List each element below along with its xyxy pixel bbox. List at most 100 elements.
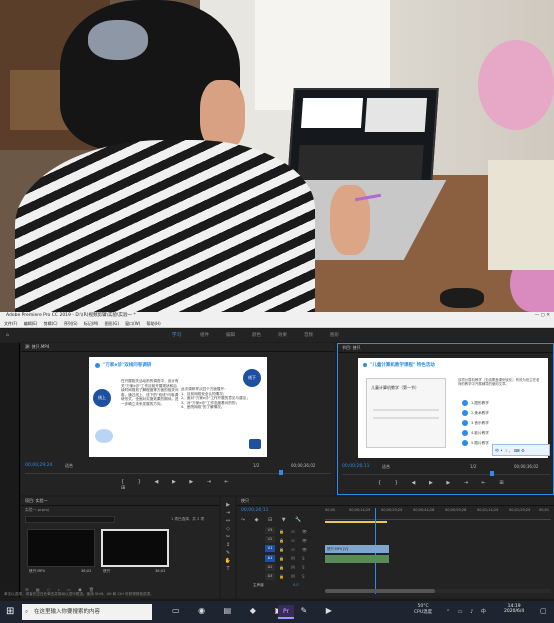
track-v1[interactable]: V1 xyxy=(265,545,275,552)
source-slide-title: "万家e诊"双线问卷调研 xyxy=(103,363,152,368)
badge-online: 线上 xyxy=(93,389,111,407)
premiere-taskbar-icon[interactable]: Pr xyxy=(278,605,294,619)
ime-toolbar[interactable]: 中 • ☽ 、 ⌨ ⚙ xyxy=(492,444,550,456)
timeline-tab[interactable]: 侠只 xyxy=(237,497,554,506)
menu-sequence[interactable]: 序列(S) xyxy=(64,321,78,326)
workspace-learn[interactable]: 学习 xyxy=(172,329,181,342)
window-controls[interactable]: — ▢ ✕ xyxy=(535,312,550,320)
source-transport-controls[interactable]: { } ◀ ▶ ▶ ⇥ ⇤ ⊞ xyxy=(121,479,251,491)
workspace-assembly[interactable]: 组件 xyxy=(200,329,209,342)
program-slide: "儿童计算机教学课程" 特色活动 儿童计算机教学（第一节） 该项计算机教学（无线… xyxy=(358,358,548,458)
program-fit-select[interactable]: 适合 xyxy=(382,464,390,470)
source-scrub-bar[interactable] xyxy=(25,473,331,474)
menu-window[interactable]: 窗口(W) xyxy=(125,321,140,326)
work-area-bar[interactable] xyxy=(325,521,387,523)
people-illustration-icon xyxy=(95,429,113,443)
video-clip[interactable]: 侠只.MP4 [V] xyxy=(325,545,389,553)
project-thumb-2[interactable] xyxy=(101,529,169,567)
project-tab[interactable]: 项目: 实验一 xyxy=(21,497,219,506)
program-monitor: 节目: 侠只 "儿童计算机教学课程" 特色活动 儿童计算机教学（第一节） 该项计… xyxy=(337,343,554,495)
audio-clip[interactable] xyxy=(325,555,389,563)
master-track-value[interactable]: 0.0 xyxy=(293,583,299,587)
ruler-tick: 00;00;59;28 xyxy=(445,508,467,512)
program-timecode[interactable]: 00;00;26;11 xyxy=(342,464,369,469)
program-slide-title: "儿童计算机教学课程" 特色活动 xyxy=(370,363,435,368)
program-monitor-tab[interactable]: 节目: 侠只 xyxy=(338,344,553,353)
ruler-tick: 00;00 xyxy=(325,508,336,512)
inner-line xyxy=(373,409,439,411)
timeline-panel: 侠只 00;00;26;11 ⤳ ◆ ⊟ ▼ 🔧 00;00 00;00;14;… xyxy=(237,497,554,598)
taskbar-search-input[interactable]: ⌕ 在这里输入你要搜索的内容 xyxy=(22,604,152,620)
project-search-input[interactable] xyxy=(25,516,115,523)
source-fraction[interactable]: 1/2 xyxy=(253,463,259,468)
ruler-tick: 00;01;29;29 xyxy=(509,508,531,512)
menu-marker[interactable]: 标记(M) xyxy=(84,321,99,326)
menu-help[interactable]: 帮助(H) xyxy=(147,321,161,326)
program-desc: 该项计算机教学（无线覆盖课例优化）有效为班主任老师的教学中开展辅导的使用文章。 xyxy=(458,378,540,387)
program-fraction[interactable]: 1/2 xyxy=(470,464,476,469)
inner-line xyxy=(373,417,439,419)
source-fit-select[interactable]: 适合 xyxy=(65,463,73,469)
pink-balloon xyxy=(478,40,554,130)
track-headers: V3 V2 V1 A1 A2 A3 🔒 ⊟ 👁 🔒 ⊟ 👁 🔒 ⊟ 👁 🔒 M S 🔒 … xyxy=(241,527,323,589)
timeline-timecode[interactable]: 00;00;26;11 xyxy=(241,508,268,513)
bullet-icon xyxy=(95,363,100,368)
left-collapsed-panel xyxy=(0,343,20,598)
tools-panel[interactable]: ▶ ⇥ ↔ ◇ ✂ ↕ ✎ ✋ T xyxy=(221,497,235,598)
taskbar-clock[interactable]: 14:19 2020/6/4 xyxy=(504,604,524,614)
windows-taskbar: ⊞ ⌕ 在这里输入你要搜索的内容 ▭ ◉ ▤ ◆ ▣ ✎ ▶ Pr 50°C C… xyxy=(0,601,554,623)
track-toggle-icons[interactable]: 🔒 ⊟ 👁 🔒 ⊟ 👁 🔒 ⊟ 👁 🔒 M S 🔒 M S 🔒 M S xyxy=(279,527,310,581)
striped-shirt xyxy=(15,140,315,312)
menu-file[interactable]: 文件(F) xyxy=(4,321,17,326)
workspace-editing[interactable]: 编辑 xyxy=(226,329,235,342)
workspace-graphics[interactable]: 图形 xyxy=(330,329,339,342)
program-scrub-bar[interactable] xyxy=(342,474,550,475)
search-icon: ⌕ xyxy=(25,609,29,615)
project-thumb-1[interactable] xyxy=(27,529,95,567)
master-track-label: 主声道 xyxy=(253,583,264,587)
menu-edit[interactable]: 编辑(E) xyxy=(24,321,38,326)
title-bar: Adobe Premiere Pro CC 2019 - D:\(R)视频剪辑\… xyxy=(0,312,554,320)
source-playhead[interactable] xyxy=(279,470,283,475)
source-monitor-tab[interactable]: 源: 侠只.MP4 xyxy=(21,343,335,352)
scrollbar-thumb[interactable] xyxy=(325,589,435,593)
person-hand xyxy=(330,185,370,255)
workspace-effects[interactable]: 效果 xyxy=(278,329,287,342)
ruler-tick: 00;01 xyxy=(539,508,550,512)
program-item-3: 3.音乐教学 xyxy=(471,421,489,425)
project-thumb-2-time: 36;02 xyxy=(155,569,166,573)
taskbar-search-placeholder: 在这里输入你要搜索的内容 xyxy=(34,609,101,615)
track-v3[interactable]: V3 xyxy=(265,527,275,534)
cpu-temp: 50°C CPU温度 xyxy=(414,604,432,615)
timeline-tools[interactable]: ⤳ ◆ ⊟ ▼ 🔧 xyxy=(241,517,305,523)
menu-bar: 文件(F) 编辑(E) 剪辑(C) 序列(S) 标记(M) 图形(G) 窗口(W… xyxy=(0,320,554,328)
home-icon[interactable]: ⌂ xyxy=(6,329,9,342)
hair-scrunchie xyxy=(88,20,148,60)
menu-graphics[interactable]: 图形(G) xyxy=(105,321,119,326)
track-a1[interactable]: A1 xyxy=(265,555,275,562)
timeline-scrollbar[interactable] xyxy=(325,589,551,593)
workspace-color[interactable]: 颜色 xyxy=(252,329,261,342)
source-timecode[interactable]: 00;00;29;24 xyxy=(25,463,52,468)
laptop-slide-left xyxy=(300,98,364,128)
notification-icon[interactable]: ▢ xyxy=(540,607,547,615)
project-filename: 实验一.prproj xyxy=(25,507,49,512)
ruler-tick: 00;00;29;29 xyxy=(381,508,403,512)
program-transport-controls[interactable]: { } ◀ ▶ ▶ ⇥ ⇤ ⊞ xyxy=(378,480,518,486)
track-a3[interactable]: A3 xyxy=(265,573,275,580)
windows-start-icon[interactable]: ⊞ xyxy=(6,606,18,618)
time-ruler[interactable]: 00;00 00;00;14;29 00;00;29;29 00;00;44;2… xyxy=(325,508,551,520)
system-tray-icons[interactable]: ⌃ ▭ ♪ 中 xyxy=(446,608,489,615)
item-icon xyxy=(462,400,468,406)
project-thumb-2-name: 侠只 xyxy=(103,569,111,573)
program-item-4: 4.影片教学 xyxy=(471,431,489,435)
project-panel: 项目: 实验一 实验一.prproj 1 项已选择，共 2 项 侠只.MP4 3… xyxy=(21,497,219,598)
menu-clip[interactable]: 剪辑(C) xyxy=(44,321,58,326)
track-a2[interactable]: A2 xyxy=(265,564,275,571)
source-slide: "万家e诊"双线问卷调研 线上 在开展相关活动前的调查中，设计有关"万家e诊"工… xyxy=(89,357,267,457)
track-v2[interactable]: V2 xyxy=(265,536,275,543)
workspace-audio[interactable]: 音频 xyxy=(304,329,313,342)
status-bar: 单击以选择，或者在空白处单击并拖动以进行框选。使用 Shift、Alt 和 Ct… xyxy=(4,592,154,596)
taskbar-pinned-apps[interactable]: ▭ ◉ ▤ ◆ ▣ ✎ ▶ xyxy=(172,606,340,615)
program-playhead[interactable] xyxy=(490,471,494,476)
